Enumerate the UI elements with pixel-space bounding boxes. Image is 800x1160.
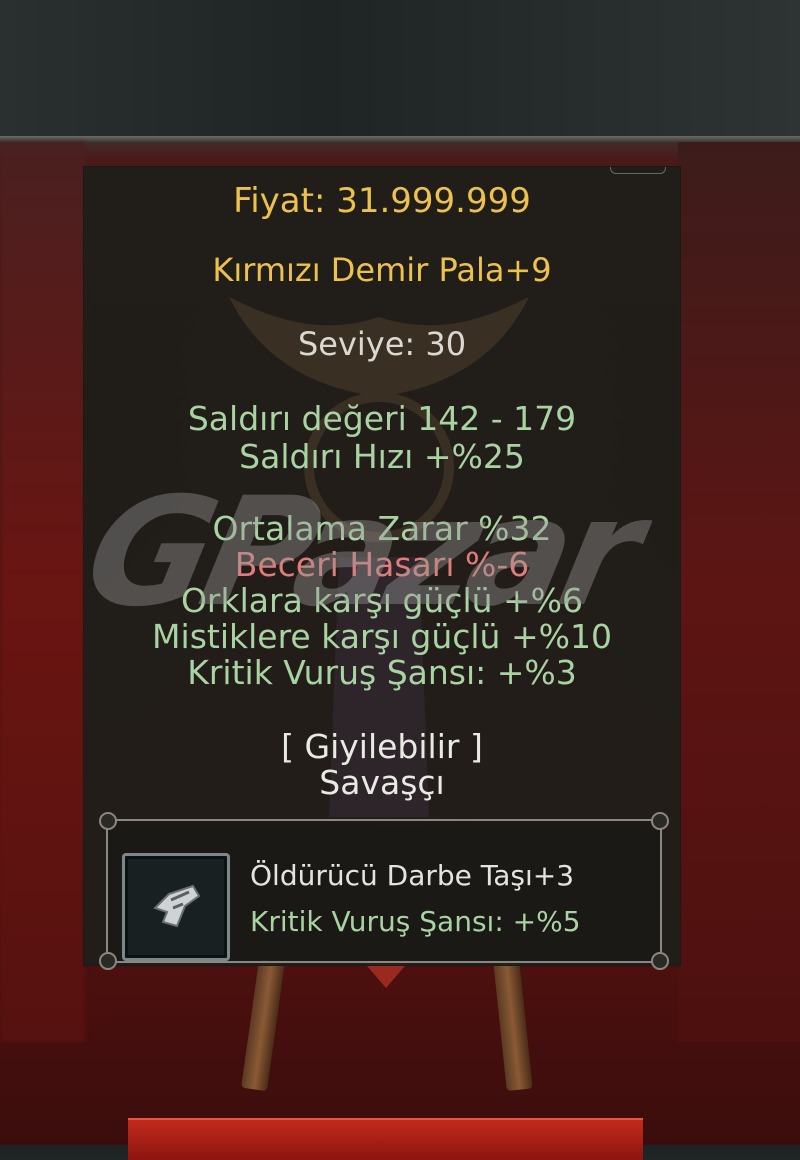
stone-icon[interactable] (122, 853, 230, 961)
socket-slot: Öldürücü Darbe Taşı+3 Kritik Vuruş Şansı… (99, 812, 669, 970)
stand-leg-right (493, 958, 533, 1092)
item-price: Fiyat: 31.999.999 (233, 181, 531, 221)
socket-ornament (651, 812, 669, 830)
background-left (0, 142, 85, 1042)
wearable-label: [ Giyilebilir ] (281, 727, 483, 766)
item-name: Kırmızı Demir Pala+9 (212, 251, 552, 289)
bottom-action-button[interactable] (128, 1118, 643, 1160)
item-tooltip: Fiyat: 31.999.999 Kırmızı Demir Pala+9 S… (83, 166, 681, 970)
bonus-line: Kritik Vuruş Şansı: +%3 (187, 653, 577, 692)
attack-speed: Saldırı Hızı +%25 (239, 437, 525, 476)
socket-ornament (99, 952, 117, 970)
stone-glyph-icon (153, 884, 201, 928)
bonus-line: Mistiklere karşı güçlü +%10 (152, 617, 612, 656)
stone-name: Öldürücü Darbe Taşı+3 (250, 859, 575, 892)
bonus-line: Beceri Hasarı %-6 (234, 545, 530, 584)
stand-leg-left (241, 958, 285, 1092)
tooltip-corner-ornament (610, 167, 666, 174)
bonus-line: Ortalama Zarar %32 (212, 509, 552, 548)
attack-value: Saldırı değeri 142 - 179 (187, 399, 577, 438)
background-right (678, 142, 800, 1042)
item-level: Seviye: 30 (297, 325, 467, 363)
bonus-line: Orklara karşı güçlü +%6 (180, 581, 584, 620)
class-label: Savaşçı (319, 763, 445, 802)
background-top (0, 0, 800, 140)
socket-ornament (99, 812, 117, 830)
socket-ornament (651, 952, 669, 970)
stone-stat: Kritik Vuruş Şansı: +%5 (250, 905, 581, 938)
